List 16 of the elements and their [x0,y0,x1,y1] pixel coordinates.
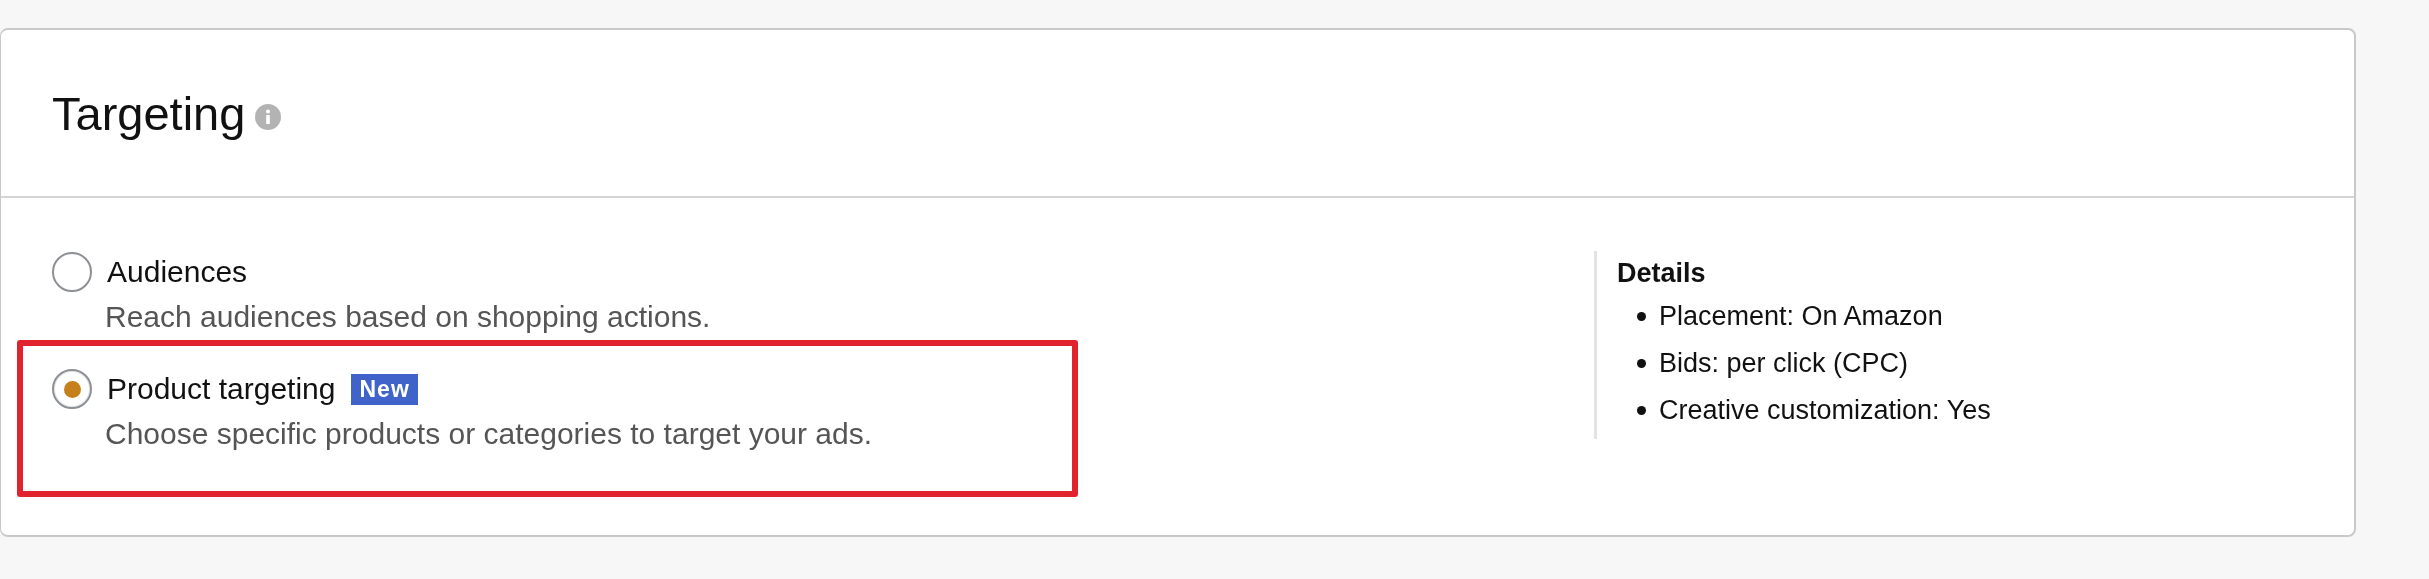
option-description: Reach audiences based on shopping actions. [104,299,712,335]
panel-title: Targeting [52,85,246,141]
new-badge: New [351,373,418,405]
info-icon[interactable] [255,104,282,130]
details-item: Placement: On Amazon [1659,300,1943,333]
bullet-icon [1637,406,1646,415]
radio-button[interactable] [52,369,92,409]
option-description: Choose specific products or categories to target your ads. [104,416,874,452]
bullet-icon [1637,312,1646,321]
details-item: Bids: per click (CPC) [1659,347,1909,380]
radio-button[interactable] [52,252,92,292]
option-label[interactable]: Audiences [107,255,248,289]
details-item: Creative customization: Yes [1659,394,1991,427]
option-label[interactable]: Product targeting [107,372,336,406]
bullet-icon [1637,359,1646,368]
details-title: Details [1617,257,1707,290]
